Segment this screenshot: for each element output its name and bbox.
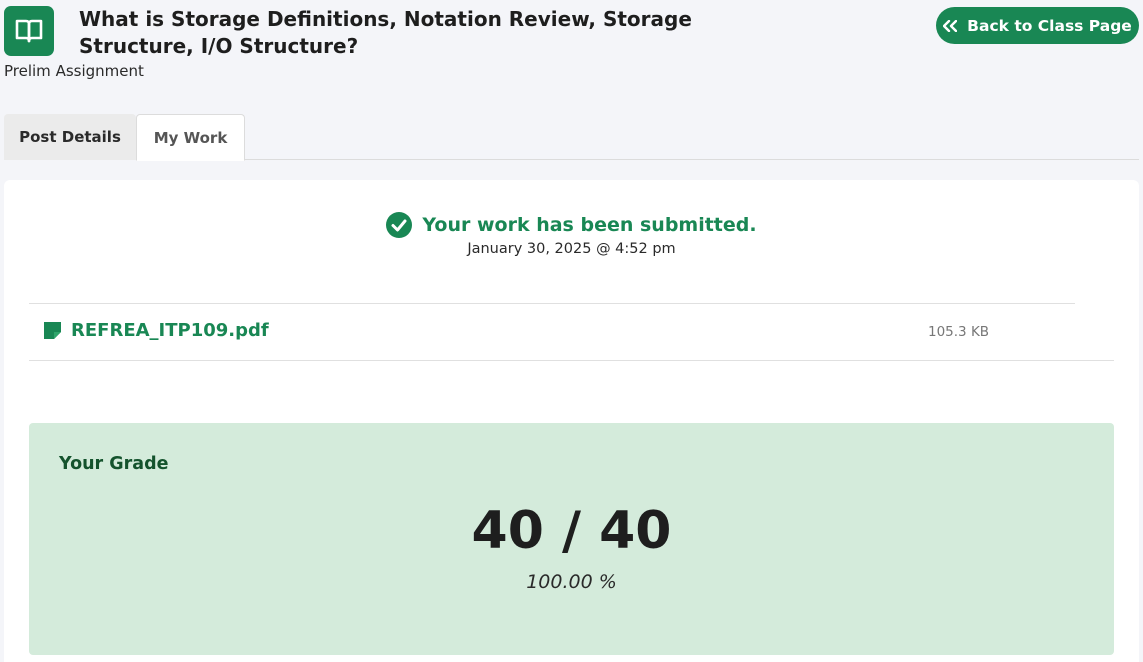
divider: [29, 303, 1075, 304]
tab-my-work[interactable]: My Work: [136, 114, 245, 161]
back-to-class-button[interactable]: Back to Class Page: [936, 7, 1139, 44]
double-chevron-left-icon: [943, 19, 958, 32]
attachment-name[interactable]: REFREA_ITP109.pdf: [71, 320, 269, 341]
assignment-icon: [4, 6, 54, 56]
page-title: What is Storage Definitions, Notation Re…: [79, 7, 692, 58]
tab-bar: Post Details My Work: [4, 114, 1139, 161]
check-circle-icon: [386, 212, 413, 238]
submission-date: January 30, 2025 @ 4:52 pm: [467, 241, 676, 257]
attachment-size: 105.3 KB: [928, 324, 990, 340]
back-button-label: Back to Class Page: [967, 16, 1132, 35]
page-subtitle: Prelim Assignment: [4, 62, 144, 80]
divider: [29, 360, 1114, 361]
open-book-icon: [15, 19, 43, 43]
status-text: Your work has been submitted.: [422, 214, 757, 236]
grade-label: Your Grade: [59, 454, 169, 474]
grade-percent: 100.00 %: [526, 571, 617, 593]
submission-status: Your work has been submitted.: [4, 212, 1139, 238]
tab-post-details[interactable]: Post Details: [4, 114, 136, 160]
grade-panel: Your Grade 40 / 40 100.00 %: [29, 423, 1114, 655]
my-work-panel: Your work has been submitted. January 30…: [4, 180, 1139, 662]
file-icon: [44, 322, 61, 339]
attachment-link[interactable]: REFREA_ITP109.pdf: [44, 320, 269, 341]
grade-score: 40 / 40: [471, 501, 672, 561]
